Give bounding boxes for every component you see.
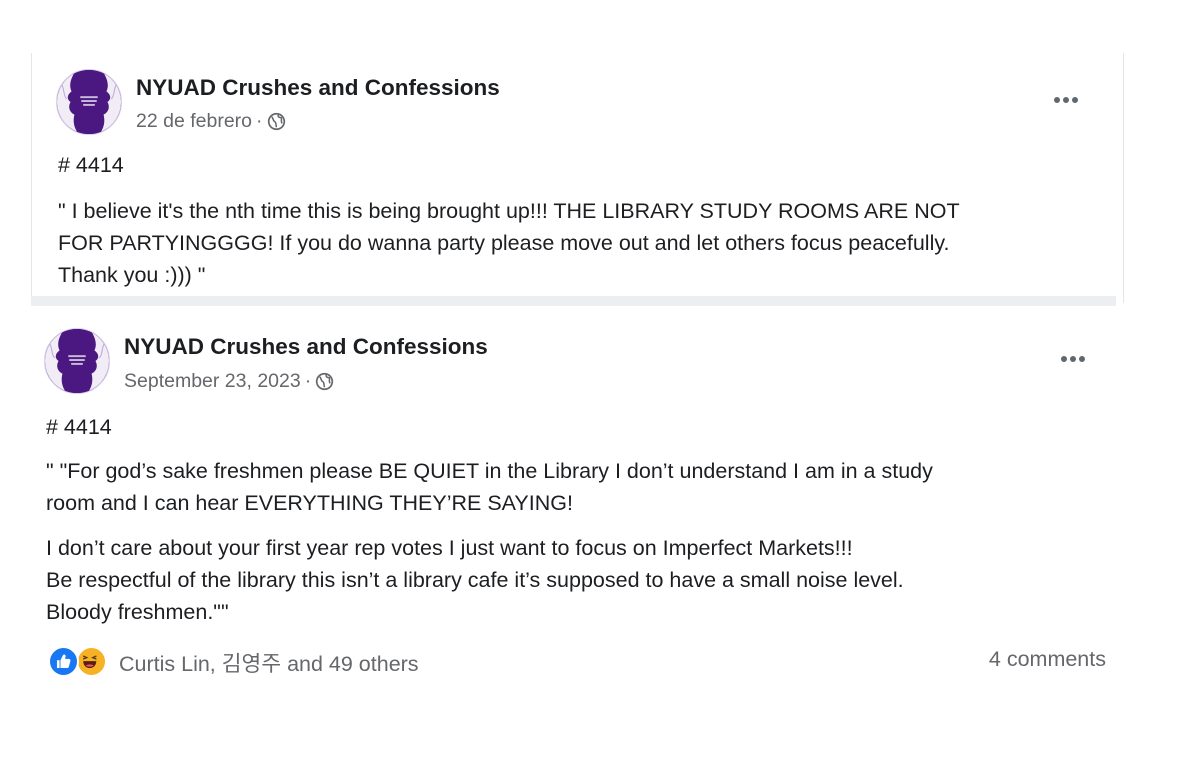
page-name-link[interactable]: NYUAD Crushes and Confessions	[136, 75, 500, 101]
page-avatar[interactable]	[56, 69, 122, 135]
post-card-1: NYUAD Crushes and Confessions 22 de febr…	[31, 53, 1124, 303]
post-number: # 4414	[58, 153, 124, 177]
feed-separator	[31, 296, 1116, 306]
reactions-summary[interactable]: Curtis Lin, 김영주 and 49 others	[48, 646, 419, 678]
haha-icon	[76, 646, 107, 677]
meta-separator: ·	[256, 110, 263, 132]
reactions-text[interactable]: Curtis Lin, 김영주 and 49 others	[119, 647, 419, 678]
reaction-icons	[48, 646, 114, 678]
page-name-link[interactable]: NYUAD Crushes and Confessions	[124, 334, 488, 360]
post-body-line: FOR PARTYINGGGG! If you do wanna party p…	[58, 231, 950, 255]
more-options-icon[interactable]	[1054, 94, 1084, 106]
post-card-2: NYUAD Crushes and Confessions September …	[0, 306, 1179, 762]
meta-separator: ·	[304, 370, 312, 392]
post-body-line: " "For god’s sake freshmen please BE QUI…	[46, 459, 933, 483]
like-icon	[48, 646, 79, 677]
globe-icon	[267, 112, 285, 131]
post-date-link[interactable]: 22 de febrero	[136, 110, 252, 133]
post-body-line: I don’t care about your first year rep v…	[46, 536, 853, 560]
post-date-link[interactable]: September 23, 2023	[124, 370, 301, 393]
post-body-line: Bloody freshmen.""	[46, 600, 229, 624]
post-body-line: Be respectful of the library this isn’t …	[46, 568, 904, 592]
post-meta: 22 de febrero ·	[136, 110, 286, 133]
post-meta: September 23, 2023 ·	[124, 370, 334, 393]
post-body-line: Thank you :))) "	[58, 263, 206, 287]
globe-icon	[316, 372, 334, 391]
more-options-icon[interactable]	[1061, 353, 1091, 365]
avatar-logo-icon	[45, 329, 109, 393]
post-body-line: " I believe it's the nth time this is be…	[58, 199, 960, 223]
page-avatar[interactable]	[44, 328, 110, 394]
post-body-line: room and I can hear EVERYTHING THEY’RE S…	[46, 491, 573, 515]
avatar-logo-icon	[57, 70, 121, 134]
comments-count-link[interactable]: 4 comments	[989, 647, 1106, 672]
post-number: # 4414	[46, 415, 112, 439]
